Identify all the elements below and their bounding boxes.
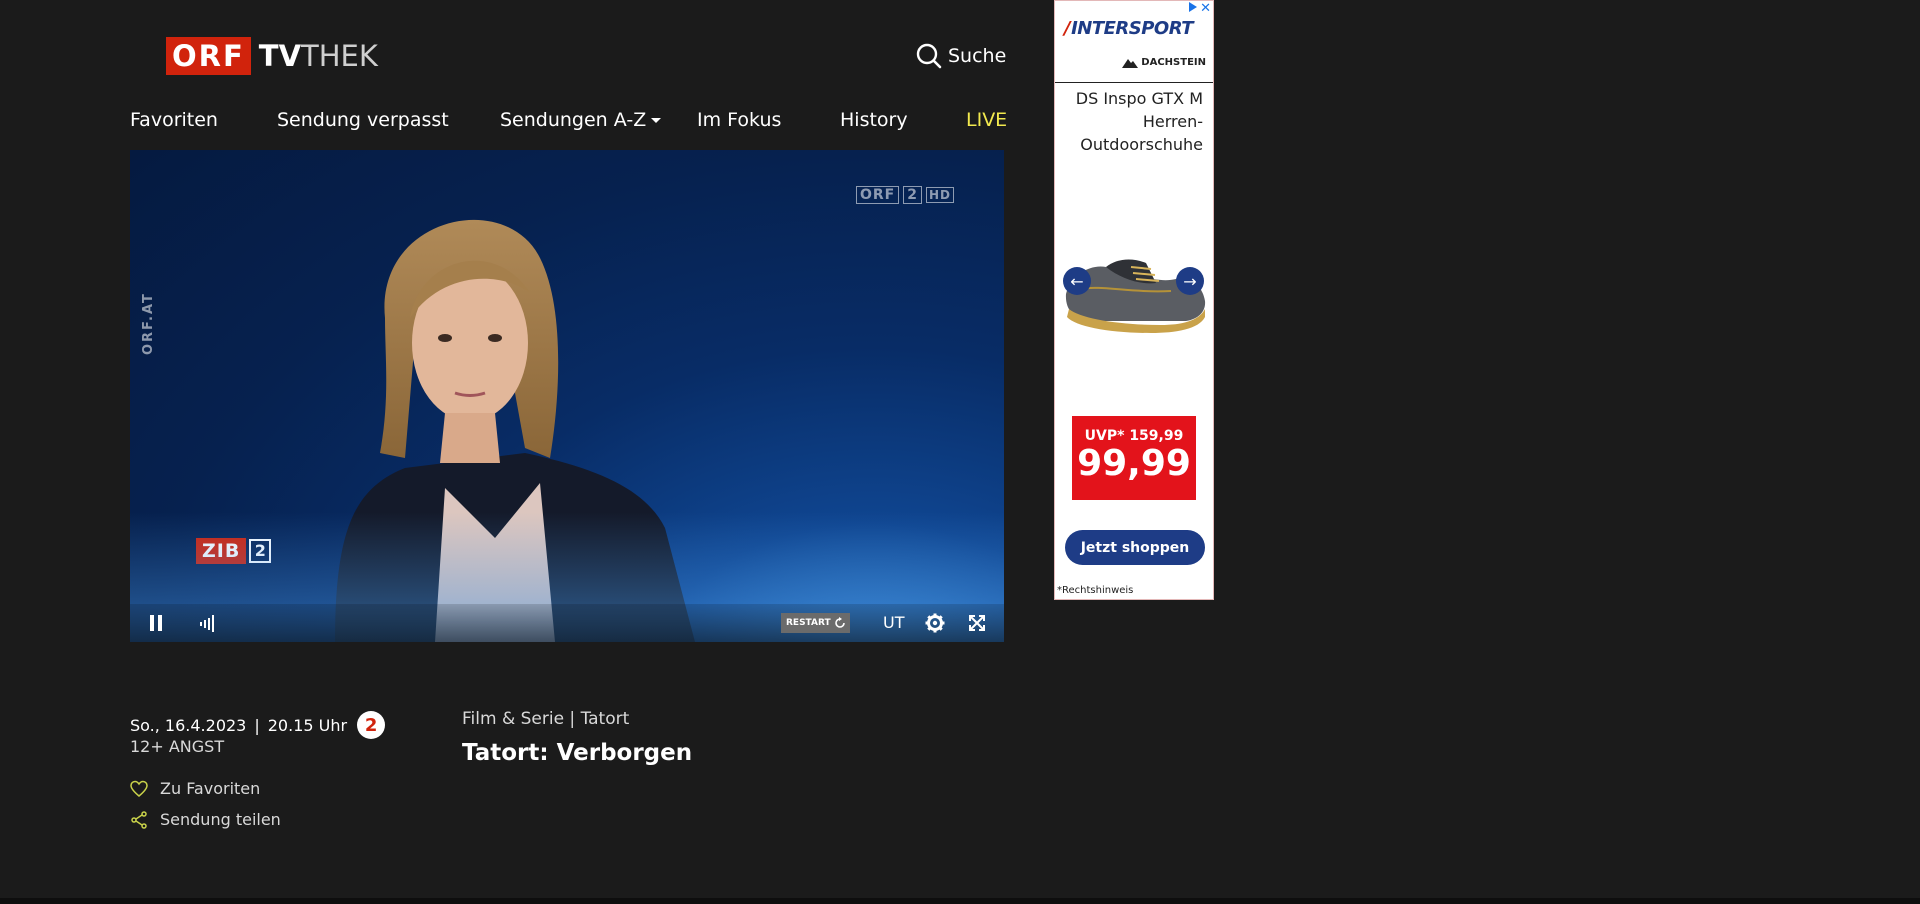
ad-next-button[interactable]: → (1176, 267, 1204, 295)
ad-price-box: UVP* 159,99 99,99 (1072, 416, 1196, 500)
restart-label: RESTART (786, 618, 831, 628)
ad-sub-brand: DACHSTEIN (1122, 57, 1206, 68)
add-favorite-label: Zu Favoriten (160, 779, 261, 798)
broadcast-datetime: So., 16.4.2023 | 20.15 Uhr 2 (130, 711, 386, 739)
ad-close-button[interactable]: ✕ (1200, 1, 1211, 16)
orf-tvthek-logo[interactable]: ORF TV THEK (166, 37, 378, 75)
restart-button[interactable]: RESTART (781, 613, 850, 633)
channel-watermark: ORF 2 HD (855, 186, 954, 204)
main-nav: Favoriten Sendung verpasst Sendungen A-Z… (130, 105, 1007, 135)
ad-prev-button[interactable]: ← (1063, 267, 1091, 295)
channel-badge: 2 (357, 711, 386, 739)
mountain-icon (1122, 59, 1139, 68)
share-button[interactable]: Sendung teilen (130, 810, 281, 829)
zib-logo-num: 2 (249, 539, 272, 563)
logo-orf: ORF (166, 37, 251, 75)
watermark-orf-num: 2 (903, 186, 922, 204)
restart-icon (834, 617, 845, 628)
add-favorite-button[interactable]: Zu Favoriten (130, 779, 260, 798)
orf-at-watermark: ORF.AT (141, 292, 156, 355)
share-label: Sendung teilen (160, 810, 281, 829)
nav-sendungen-az-label: Sendungen A-Z (500, 109, 647, 131)
pause-icon (150, 615, 162, 631)
category-breadcrumb: Film & Serie | Tatort (462, 709, 630, 729)
volume-button[interactable] (192, 604, 224, 642)
search-icon (916, 43, 942, 69)
fullscreen-button[interactable] (962, 604, 992, 642)
ad-product-name: DS Inspo GTX M Herren-Outdoorschuhe (1075, 89, 1203, 154)
nav-history[interactable]: History (840, 105, 908, 135)
ad-sale-price: 99,99 (1077, 443, 1191, 484)
age-rating: 12+ ANGST (130, 737, 225, 756)
nav-im-fokus[interactable]: Im Fokus (697, 105, 781, 135)
zib2-logo: ZIB 2 (196, 538, 272, 564)
settings-button[interactable] (920, 604, 950, 642)
datetime-separator: | (254, 715, 260, 735)
logo-thek: THEK (301, 39, 378, 73)
ad-divider (1055, 82, 1213, 83)
ad-brand-mark: / (1064, 18, 1071, 39)
ad-brand-text: INTERSPORT (1071, 18, 1194, 39)
ad-legal-note[interactable]: *Rechtshinweis (1057, 585, 1133, 596)
adchoices-icon[interactable] (1189, 2, 1197, 12)
nav-sendungen-az[interactable]: Sendungen A-Z (500, 105, 662, 135)
nav-sendung-verpasst[interactable]: Sendung verpasst (277, 105, 449, 135)
nav-favoriten[interactable]: Favoriten (130, 105, 218, 135)
ad-banner[interactable]: ✕ /INTERSPORT DACHSTEIN DS Inspo GTX M H… (1054, 0, 1214, 600)
chevron-down-icon (651, 118, 662, 123)
video-frame-presenter (335, 219, 695, 642)
heart-icon (130, 780, 148, 797)
player-controls: RESTART UT (130, 604, 1004, 642)
ad-shop-button[interactable]: Jetzt shoppen (1065, 530, 1205, 565)
ad-uvp-price: UVP* 159,99 (1084, 428, 1184, 444)
nav-live[interactable]: LIVE (966, 105, 1007, 135)
bottom-bar (0, 898, 1920, 904)
search-label: Suche (948, 45, 1007, 67)
volume-icon (200, 615, 214, 632)
watermark-hd: HD (925, 187, 954, 203)
pause-button[interactable] (140, 604, 172, 642)
ad-brand-logo: /INTERSPORT (1064, 18, 1194, 39)
share-icon (131, 810, 147, 829)
video-player[interactable]: ORF 2 HD ORF.AT ZIB 2 RESTART UT (130, 150, 1004, 642)
ad-sub-brand-text: DACHSTEIN (1141, 57, 1206, 68)
subtitles-button[interactable]: UT (883, 604, 904, 642)
zib-logo-text: ZIB (196, 538, 247, 564)
episode-title: Tatort: Verborgen (462, 740, 693, 766)
logo-tv: TV (258, 39, 302, 73)
watermark-orf: ORF (855, 186, 900, 204)
broadcast-date: So., 16.4.2023 (130, 715, 247, 735)
gear-icon (925, 613, 945, 633)
broadcast-time: 20.15 Uhr (267, 715, 348, 735)
search-button[interactable]: Suche (916, 42, 1006, 70)
fullscreen-icon (969, 615, 985, 631)
